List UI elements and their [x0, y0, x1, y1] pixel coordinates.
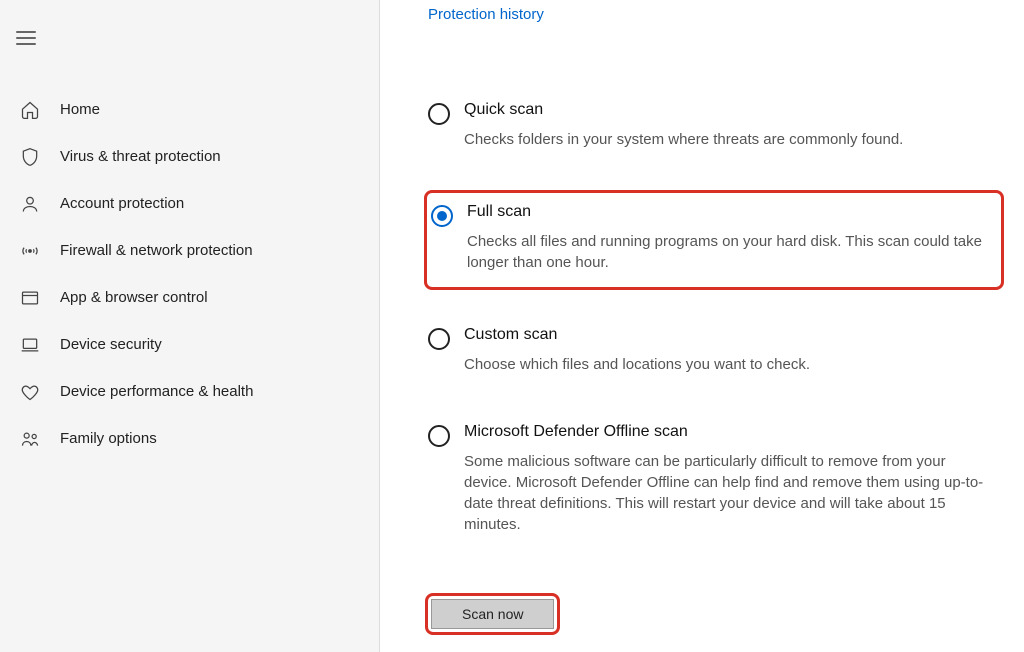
- scan-options: Quick scan Checks folders in your system …: [428, 93, 1004, 547]
- option-title: Full scan: [467, 203, 993, 221]
- option-title: Microsoft Defender Offline scan: [464, 423, 996, 441]
- protection-history-link[interactable]: Protection history: [428, 6, 544, 23]
- scan-option: Custom scan Choose which files and locati…: [428, 318, 1004, 387]
- heart-icon: [18, 380, 42, 404]
- sidebar-item-label: Firewall & network protection: [60, 242, 253, 259]
- sidebar: Home Virus & threat protection Account p…: [0, 0, 380, 652]
- scan-now-highlight: Scan now: [425, 593, 560, 635]
- radio-button[interactable]: [431, 205, 453, 227]
- hamburger-menu-button[interactable]: [16, 18, 56, 58]
- sidebar-item-label: Home: [60, 101, 100, 118]
- option-body: Microsoft Defender Offline scan Some mali…: [464, 423, 996, 535]
- option-description: Checks folders in your system where thre…: [464, 129, 996, 150]
- option-body: Quick scan Checks folders in your system …: [464, 101, 996, 150]
- sidebar-item-device-security[interactable]: Device security: [0, 321, 379, 368]
- antenna-icon: [18, 239, 42, 263]
- sidebar-item-family[interactable]: Family options: [0, 415, 379, 462]
- sidebar-item-label: Device security: [60, 336, 162, 353]
- sidebar-item-label: Virus & threat protection: [60, 148, 221, 165]
- option-title: Custom scan: [464, 326, 996, 344]
- home-icon: [18, 98, 42, 122]
- sidebar-item-label: Account protection: [60, 195, 184, 212]
- option-description: Some malicious software can be particula…: [464, 451, 996, 535]
- sidebar-item-label: Family options: [60, 430, 157, 447]
- main-content: Protection history Quick scan Checks fold…: [380, 0, 1024, 652]
- person-icon: [18, 192, 42, 216]
- option-description: Choose which files and locations you wan…: [464, 354, 996, 375]
- radio-button[interactable]: [428, 103, 450, 125]
- scan-option: Full scan Checks all files and running pr…: [424, 190, 1004, 290]
- sidebar-item-home[interactable]: Home: [0, 86, 379, 133]
- scan-now-button[interactable]: Scan now: [431, 599, 554, 629]
- sidebar-item-label: App & browser control: [60, 289, 208, 306]
- sidebar-item-account[interactable]: Account protection: [0, 180, 379, 227]
- option-body: Full scan Checks all files and running pr…: [467, 203, 993, 273]
- radio-button[interactable]: [428, 425, 450, 447]
- sidebar-item-virus-threat[interactable]: Virus & threat protection: [0, 133, 379, 180]
- sidebar-item-firewall[interactable]: Firewall & network protection: [0, 227, 379, 274]
- radio-button[interactable]: [428, 328, 450, 350]
- sidebar-item-device-performance[interactable]: Device performance & health: [0, 368, 379, 415]
- scan-option: Quick scan Checks folders in your system …: [428, 93, 1004, 162]
- sidebar-item-app-browser[interactable]: App & browser control: [0, 274, 379, 321]
- browser-icon: [18, 286, 42, 310]
- family-icon: [18, 427, 42, 451]
- option-body: Custom scan Choose which files and locati…: [464, 326, 996, 375]
- nav-list: Home Virus & threat protection Account p…: [0, 86, 379, 462]
- sidebar-item-label: Device performance & health: [60, 383, 253, 400]
- option-description: Checks all files and running programs on…: [467, 231, 993, 273]
- shield-icon: [18, 145, 42, 169]
- option-title: Quick scan: [464, 101, 996, 119]
- laptop-icon: [18, 333, 42, 357]
- scan-option: Microsoft Defender Offline scan Some mali…: [428, 415, 1004, 547]
